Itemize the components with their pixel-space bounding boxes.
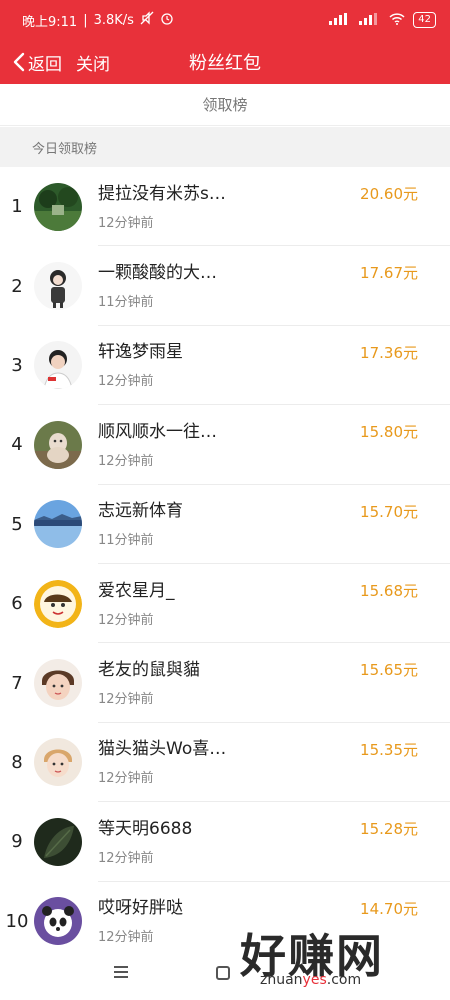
list-item[interactable]: 8 猫头猫头Wo喜… 12分钟前 15.35元 [0,723,450,803]
claim-time: 12分钟前 [98,692,154,708]
alarm-icon [160,11,174,29]
avatar[interactable] [34,182,82,231]
home-icon[interactable] [216,966,230,980]
amount: 20.60元 [360,185,418,203]
page-title: 粉丝红包 [189,53,261,74]
rank: 2 [11,275,23,297]
amount: 17.36元 [360,343,418,362]
avatar[interactable] [34,897,82,946]
rank: 8 [11,751,23,773]
amount: 17.67元 [360,264,418,283]
claim-time: 12分钟前 [98,215,154,231]
list-item[interactable]: 6 爱农星月_ 12分钟前 15.68元 [0,564,450,644]
menu-icon[interactable] [114,964,130,983]
signal-icon-2 [359,12,381,28]
leaderboard-list: 1 提拉没有米苏s… 12分钟前 20.60元 2 一颗酸酸的大… 11分钟前 … [0,167,450,962]
amount: 15.65元 [360,661,418,680]
list-item[interactable]: 2 一颗酸酸的大… 11分钟前 17.67元 [0,246,450,327]
rank: 4 [11,434,23,456]
rank: 5 [11,513,23,535]
battery-icon: 42 [413,12,436,28]
rank: 9 [11,831,23,853]
avatar[interactable] [34,817,82,866]
section-header: 今日领取榜 [0,127,450,167]
avatar[interactable] [34,420,82,469]
amount: 15.80元 [360,423,418,442]
claim-time: 12分钟前 [98,612,154,628]
claim-time: 12分钟前 [98,453,154,469]
network-speed: 3.8K/s [93,12,134,28]
rank: 6 [11,593,23,615]
watermark-url: zhuanyes.com [260,972,362,988]
nav-bar: 返回 关闭 粉丝红包 [0,40,450,84]
claim-time: 11分钟前 [98,295,154,311]
avatar[interactable] [34,659,82,708]
tab-label: 领取榜 [202,96,248,114]
list-item[interactable]: 5 志远新体育 11分钟前 15.70元 [0,485,450,565]
amount: 15.28元 [360,820,418,839]
back-button[interactable]: 返回 [12,50,62,75]
rank: 3 [11,354,23,376]
rank: 1 [11,196,23,218]
avatar[interactable] [34,341,82,390]
close-button[interactable]: 关闭 [76,50,110,75]
avatar[interactable] [34,500,82,549]
rank: 10 [5,910,29,932]
claim-time: 11分钟前 [98,533,154,549]
list-item[interactable]: 9 等天明6688 12分钟前 15.28元 [0,802,450,882]
list-item[interactable]: 4 顺风顺水一往… 12分钟前 15.80元 [0,405,450,485]
claim-time: 12分钟前 [98,850,154,866]
claim-time: 12分钟前 [98,771,154,787]
avatar[interactable] [34,579,82,628]
avatar[interactable] [34,262,82,311]
status-bar: 晚上9:11 | 3.8K/s 42 [0,0,450,40]
mute-icon [140,11,154,29]
amount: 15.70元 [360,502,418,521]
wifi-icon [389,12,405,28]
amount: 14.70元 [360,899,418,918]
list-item[interactable]: 1 提拉没有米苏s… 12分钟前 20.60元 [0,167,450,247]
back-label: 返回 [28,54,62,75]
chevron-left-icon [13,52,25,72]
list-item[interactable]: 7 老友的鼠與貓 12分钟前 15.65元 [0,643,450,724]
watermark: 好赚网 zhuanyes.com [240,920,440,994]
amount: 15.35元 [360,740,418,759]
amount: 15.68元 [360,581,418,600]
claim-time: 12分钟前 [98,374,154,390]
list-item[interactable]: 3 轩逸梦雨星 12分钟前 17.36元 [0,326,450,406]
signal-icon [329,12,351,28]
tab-leaderboard[interactable]: 领取榜 [0,84,450,126]
rank: 7 [11,672,23,694]
clock: 晚上9:11 [22,14,78,30]
avatar[interactable] [34,738,82,787]
